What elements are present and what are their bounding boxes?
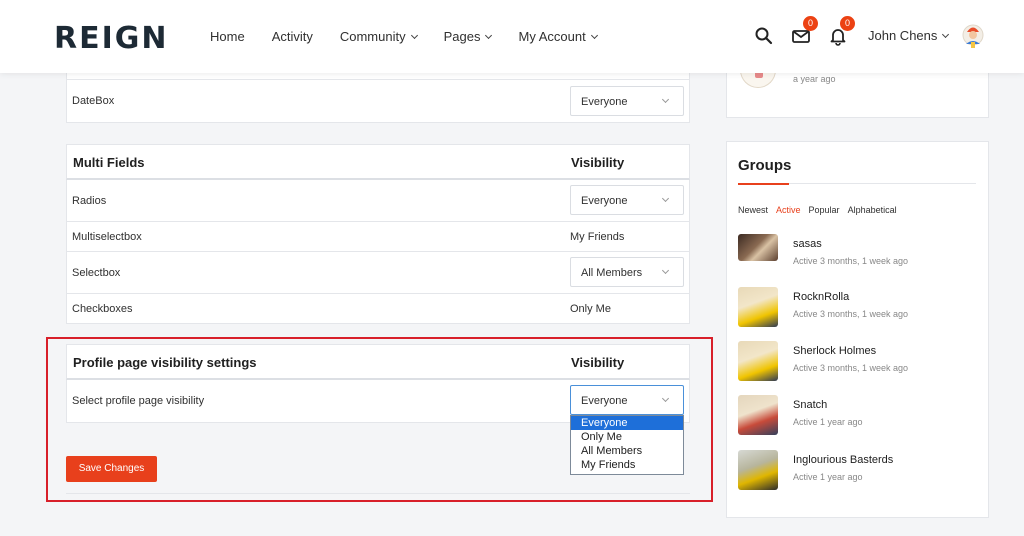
chevron-down-icon: [661, 194, 670, 203]
multi-fields-header: Multi Fields Visibility: [66, 144, 690, 180]
groups-title: Groups: [738, 157, 792, 174]
field-label: Selectbox: [72, 267, 121, 279]
field-row-radios: Radios Everyone: [66, 180, 690, 222]
group-item[interactable]: RocknRolla Active 3 months, 1 week ago: [738, 287, 978, 331]
group-activity-time: Active 1 year ago: [793, 417, 863, 427]
group-name[interactable]: Snatch: [793, 399, 827, 411]
main-nav: Home Activity Community Pages My Account: [210, 29, 624, 44]
group-activity-time: Active 3 months, 1 week ago: [793, 363, 909, 373]
filter-popular[interactable]: Popular: [809, 205, 840, 215]
field-label: Multiselectbox: [72, 231, 142, 243]
nav-pages[interactable]: Pages: [443, 29, 493, 44]
field-row-multiselectbox: Multiselectbox My Friends: [66, 222, 690, 252]
group-name[interactable]: Sherlock Holmes: [793, 345, 876, 357]
group-item[interactable]: Snatch Active 1 year ago: [738, 395, 978, 439]
group-avatar: [738, 395, 778, 435]
chevron-down-icon: [485, 31, 493, 39]
chevron-down-icon: [410, 31, 418, 39]
nav-community-label: Community: [339, 29, 406, 44]
field-row-selectbox: Selectbox All Members: [66, 252, 690, 294]
site-logo[interactable]: REIGN: [54, 21, 169, 56]
nav-home-label: Home: [210, 29, 245, 44]
group-avatar: [738, 234, 778, 261]
dropdown-option-only-me[interactable]: Only Me: [571, 430, 683, 444]
chevron-down-icon: [590, 31, 598, 39]
nav-pages-label: Pages: [443, 29, 481, 44]
select-value: Everyone: [581, 96, 628, 108]
selectbox-visibility-select[interactable]: All Members: [570, 257, 684, 287]
chevron-down-icon: [661, 266, 670, 275]
messages-count-badge: 0: [803, 16, 818, 31]
user-name-label: John Chens: [868, 28, 938, 43]
group-name[interactable]: Inglourious Basterds: [793, 454, 893, 466]
group-item[interactable]: Inglourious Basterds Active 1 year ago: [738, 450, 978, 494]
multi-fields-heading: Multi Fields: [73, 155, 145, 170]
datebox-label: DateBox: [72, 95, 115, 107]
nav-activity-label: Activity: [271, 29, 313, 44]
visibility-heading: Visibility: [571, 155, 625, 170]
avatar[interactable]: [961, 22, 985, 50]
group-name[interactable]: sasas: [793, 238, 822, 250]
activity-time: a year ago: [793, 74, 836, 84]
search-icon[interactable]: [754, 26, 774, 46]
field-label: Radios: [72, 195, 107, 207]
select-value: All Members: [581, 267, 643, 279]
select-value: Everyone: [581, 195, 628, 207]
notifications-count-badge: 0: [840, 16, 855, 31]
group-item[interactable]: sasas Active 3 months, 1 week ago: [738, 234, 978, 278]
filter-alphabetical[interactable]: Alphabetical: [848, 205, 897, 215]
field-visibility-value: My Friends: [570, 231, 625, 243]
groups-filter-tabs: Newest Active Popular Alphabetical: [738, 205, 905, 215]
group-item[interactable]: Sherlock Holmes Active 3 months, 1 week …: [738, 341, 978, 385]
dropdown-option-all-members[interactable]: All Members: [571, 444, 683, 458]
dropdown-option-my-friends[interactable]: My Friends: [571, 458, 683, 472]
group-avatar: [738, 450, 778, 490]
radios-visibility-select[interactable]: Everyone: [570, 185, 684, 215]
bell-icon[interactable]: 0: [828, 16, 855, 46]
field-visibility-value: Only Me: [570, 303, 611, 315]
nav-my-account[interactable]: My Account: [518, 29, 598, 44]
group-name[interactable]: RocknRolla: [793, 291, 849, 303]
datebox-visibility-select[interactable]: Everyone: [570, 86, 684, 116]
field-label: Checkboxes: [72, 303, 133, 315]
group-activity-time: Active 1 year ago: [793, 472, 863, 482]
visibility-dropdown-list: Everyone Only Me All Members My Friends: [570, 415, 684, 475]
nav-home[interactable]: Home: [210, 29, 245, 44]
field-row-checkboxes: Checkboxes Only Me: [66, 294, 690, 324]
title-accent-bar: [738, 183, 789, 185]
divider: [67, 79, 689, 80]
base-fields-card: DateBox Everyone: [66, 73, 690, 123]
nav-activity[interactable]: Activity: [272, 29, 313, 44]
site-header: REIGN Home Activity Community Pages My A…: [0, 0, 1024, 73]
group-activity-time: Active 3 months, 1 week ago: [793, 309, 909, 319]
group-activity-time: Active 3 months, 1 week ago: [793, 256, 909, 266]
filter-newest[interactable]: Newest: [738, 205, 768, 215]
filter-active[interactable]: Active: [776, 205, 801, 215]
messages-icon[interactable]: 0: [791, 16, 818, 46]
chevron-down-icon: [942, 30, 950, 38]
group-avatar: [738, 341, 778, 381]
nav-my-account-label: My Account: [518, 29, 586, 44]
group-avatar: [738, 287, 778, 327]
dropdown-option-everyone[interactable]: Everyone: [571, 416, 683, 430]
nav-community[interactable]: Community: [339, 29, 418, 44]
user-menu[interactable]: John Chens: [868, 28, 950, 43]
chevron-down-icon: [661, 95, 670, 104]
